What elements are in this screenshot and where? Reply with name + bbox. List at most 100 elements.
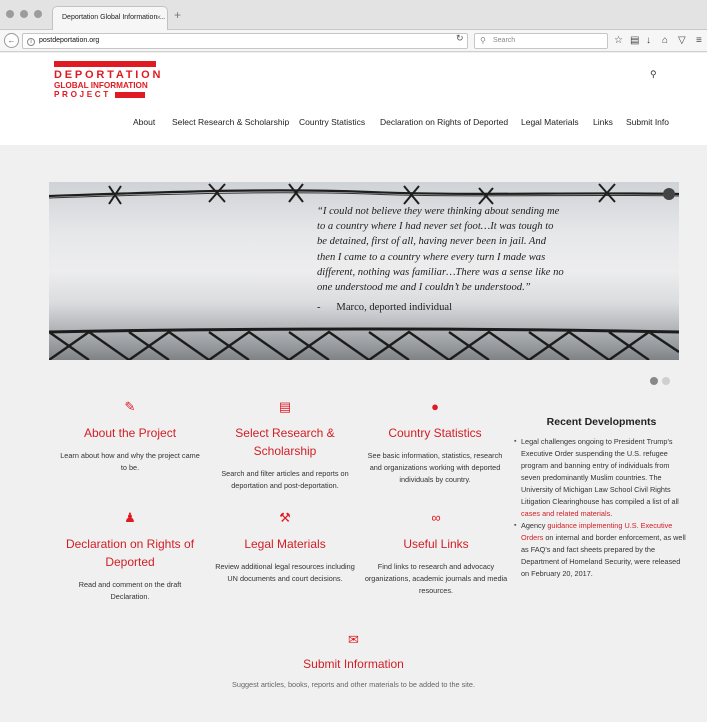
logo-line-2: GLOBAL INFORMATION <box>54 81 148 90</box>
logo-line-3: PROJECT <box>54 90 156 99</box>
list-item: Legal challenges ongoing to President Tr… <box>514 436 689 520</box>
link-icon: ∞ <box>431 510 441 525</box>
title-line: Scholarship <box>253 444 317 458</box>
title-line: Select Research & <box>235 426 335 440</box>
feature-title[interactable]: Declaration on Rights of Deported <box>50 535 210 571</box>
menu-icon[interactable]: ≡ <box>696 34 702 48</box>
feature-useful-links: ∞ Useful Links Find links to research an… <box>358 509 514 597</box>
desc-line: deportation and post-deportation. <box>231 481 339 490</box>
desc-line: Review additional legal resources includ… <box>215 562 355 571</box>
browser-search-input[interactable]: ⚲ Search <box>474 33 608 49</box>
book-icon: ▤ <box>278 399 292 414</box>
feature-legal-materials: ⚒ Legal Materials Review additional lega… <box>208 509 362 585</box>
nav-links[interactable]: Links <box>593 117 613 127</box>
site-header: DEPORTATION GLOBAL INFORMATION PROJECT ⚲… <box>0 53 707 145</box>
logo-stripe <box>114 91 145 98</box>
submit-desc: Suggest articles, books, reports and oth… <box>232 680 475 689</box>
list-item: Agency guidance implementing U.S. Execut… <box>514 520 689 580</box>
recent-text: on internal and border enforcement, as w… <box>521 533 686 578</box>
desc-line: Learn about how and why the project came <box>60 451 200 460</box>
quote-line: “I could not believe they were thinking … <box>317 206 560 217</box>
logo-bar <box>54 61 156 67</box>
recent-developments: Recent Developments Legal challenges ong… <box>514 416 689 580</box>
desc-line: Declaration. <box>110 592 150 601</box>
feature-desc: Review additional legal resources includ… <box>208 561 362 585</box>
logo-line-1: DEPORTATION <box>54 69 164 81</box>
info-icon[interactable]: i <box>27 38 35 46</box>
envelope-icon: ✉ <box>348 632 359 647</box>
recent-text: . <box>610 509 613 518</box>
search-icon: ⚲ <box>480 36 486 45</box>
feature-title[interactable]: Legal Materials <box>208 535 362 553</box>
url-text: postdeportation.org <box>39 37 100 44</box>
tab-close-icon[interactable]: × <box>156 7 161 29</box>
feature-declaration: ♟ Declaration on Rights of Deported Read… <box>50 509 210 603</box>
nav-research[interactable]: Select Research & Scholarship <box>172 117 289 127</box>
reading-list-icon[interactable]: ▤ <box>630 34 639 48</box>
slide-dot-1[interactable] <box>650 377 658 385</box>
pencil-icon: ✎ <box>124 399 136 414</box>
banner-quote: “I could not believe they were thinking … <box>317 204 657 295</box>
recent-text: Legal challenges ongoing to President Tr… <box>521 437 679 506</box>
desc-line: to be. <box>120 463 140 472</box>
feature-title[interactable]: Country Statistics <box>360 424 510 442</box>
downloads-icon[interactable]: ↓ <box>646 34 651 48</box>
globe-icon: ● <box>431 399 439 414</box>
feature-title[interactable]: About the Project <box>50 424 210 442</box>
feature-about: ✎ About the Project Learn about how and … <box>50 398 210 474</box>
nav-legal-materials[interactable]: Legal Materials <box>521 117 579 127</box>
home-icon[interactable]: ⌂ <box>662 34 668 48</box>
feature-desc: Search and filter articles and reports o… <box>210 468 360 492</box>
feature-desc: Read and comment on the draft Declaratio… <box>50 579 210 603</box>
address-bar[interactable]: i postdeportation.org <box>22 33 468 49</box>
feature-desc: Learn about how and why the project came… <box>50 450 210 474</box>
nav-submit-info[interactable]: Submit Info <box>626 117 669 127</box>
feature-submit-info: ✉ Submit Information Suggest articles, b… <box>0 631 707 691</box>
users-icon: ♟ <box>124 510 136 525</box>
nav-country-statistics[interactable]: Country Statistics <box>299 117 365 127</box>
desc-line: resources. <box>418 586 454 595</box>
slide-dot-2[interactable] <box>662 377 670 385</box>
minimize-window-button[interactable] <box>20 10 28 18</box>
close-window-button[interactable] <box>6 10 14 18</box>
quote-line: different, nothing was familiar…There wa… <box>317 266 564 278</box>
bookmark-star-icon[interactable]: ☆ <box>614 34 623 48</box>
site-logo[interactable]: DEPORTATION GLOBAL INFORMATION PROJECT <box>54 61 164 99</box>
quote-line: then I came to a country where every tur… <box>317 251 546 263</box>
feature-desc: See basic information, statistics, resea… <box>360 450 510 486</box>
nav-about[interactable]: About <box>133 117 155 127</box>
feature-desc: Find links to research and advocacy orga… <box>358 561 514 597</box>
browser-tab[interactable]: Deportation Global Information ... × <box>52 6 168 30</box>
desc-line: Read and comment on the draft <box>78 580 182 589</box>
reload-icon[interactable]: ↻ <box>456 33 464 44</box>
search-placeholder: Search <box>493 37 516 44</box>
quote-line: be detained, first of all, having never … <box>317 236 547 248</box>
site-search-icon[interactable]: ⚲ <box>650 69 657 80</box>
recent-list: Legal challenges ongoing to President Tr… <box>514 436 689 580</box>
quote-line: one understood me and I couldn’t be unde… <box>317 282 531 294</box>
back-arrow-icon[interactable]: ← <box>4 33 19 48</box>
pocket-icon[interactable]: ▽ <box>678 34 686 48</box>
tab-title: Deportation Global Information ... <box>62 14 166 21</box>
desc-line: See basic information, statistics, resea… <box>367 451 503 460</box>
feature-title[interactable]: Select Research & Scholarship <box>210 424 360 460</box>
cases-link[interactable]: cases and related materials <box>521 509 610 518</box>
slider-pagination <box>650 372 674 390</box>
browser-tab-bar: Deportation Global Information ... × + <box>0 0 707 30</box>
hero-slider[interactable]: “I could not believe they were thinking … <box>49 182 679 360</box>
desc-line: Find links to research and advocacy <box>377 562 495 571</box>
zoom-window-button[interactable] <box>34 10 42 18</box>
new-tab-button[interactable]: + <box>174 8 181 22</box>
quote-attribution: - Marco, deported individual <box>317 302 453 313</box>
feature-country-statistics: ● Country Statistics See basic informati… <box>360 398 510 486</box>
gavel-icon: ⚒ <box>279 510 291 525</box>
recent-text: Agency <box>521 521 548 530</box>
desc-line: Search and filter articles and reports o… <box>221 469 349 478</box>
recent-heading: Recent Developments <box>546 416 657 428</box>
nav-declaration[interactable]: Declaration on Rights of Deported <box>380 117 508 127</box>
feature-research: ▤ Select Research & Scholarship Search a… <box>210 398 360 492</box>
feature-title[interactable]: Useful Links <box>358 535 514 553</box>
submit-title[interactable]: Submit Information <box>0 655 707 673</box>
desc-line: individuals by country. <box>399 475 471 484</box>
web-page: DEPORTATION GLOBAL INFORMATION PROJECT ⚲… <box>0 53 707 722</box>
